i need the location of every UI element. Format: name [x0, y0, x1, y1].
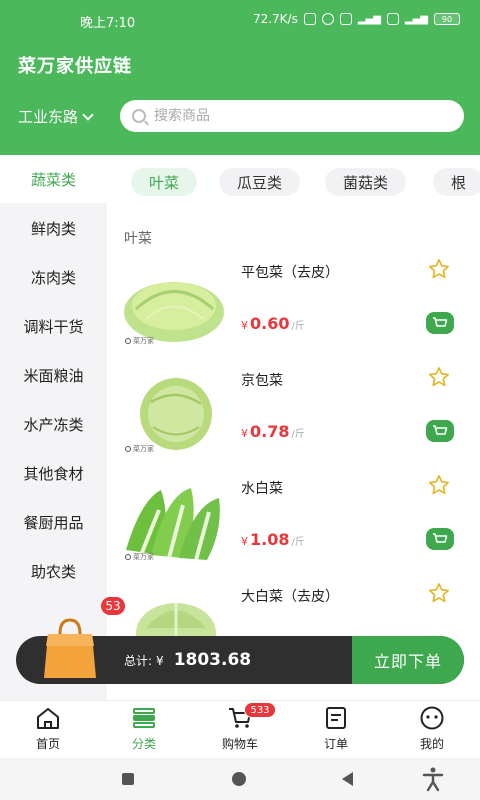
sidebar-item-fresh-meat[interactable]: 鲜肉类	[0, 204, 107, 252]
nav-label: 购物车	[221, 737, 258, 751]
sim-icon	[339, 13, 352, 25]
sidebar-item-seafood[interactable]: 水产冻类	[0, 400, 107, 448]
product-image-bok-choy: 菜万家	[121, 480, 227, 564]
bag-count-badge: 53	[100, 596, 126, 616]
brand-logo-icon	[125, 554, 131, 560]
total-currency: ¥	[156, 654, 164, 668]
product-image-cabbage: 菜万家	[121, 264, 227, 348]
nav-orders[interactable]: 订单	[296, 705, 376, 757]
nav-profile[interactable]: 我的	[392, 705, 472, 757]
app-title: 菜万家供应链	[18, 56, 132, 77]
app-header: 晚上7:10 72.7K/s ▂▄▆ ▂▄▆ 90 菜万家供应链 工业东路	[0, 0, 480, 155]
product-price: ¥0.78/斤	[241, 422, 305, 441]
brand-logo-icon	[125, 446, 131, 452]
sidebar-item-frozen-meat[interactable]: 冻肉类	[0, 253, 107, 301]
nav-category[interactable]: 分类	[104, 705, 184, 757]
sidebar-item-farm-aid[interactable]: 助农类	[0, 547, 107, 595]
cart-icon	[433, 533, 448, 543]
add-to-cart-button[interactable]	[426, 420, 454, 442]
tab-roots[interactable]: 根	[433, 168, 480, 196]
favorite-star-icon[interactable]	[428, 366, 450, 392]
brand-logo-icon	[125, 338, 131, 344]
order-bar: 53 总计: ¥ 1803.68 立即下单	[16, 596, 464, 684]
product-image-napa-cabbage	[121, 588, 227, 636]
sidebar-item-other-food[interactable]: 其他食材	[0, 449, 107, 497]
search-input[interactable]	[154, 108, 434, 124]
product-price: ¥0.60/斤	[241, 314, 305, 333]
chevron-down-icon	[82, 108, 94, 121]
sidebar-item-vegetables[interactable]: 蔬菜类	[0, 155, 107, 203]
product-item[interactable]: 大白菜（去皮）	[107, 580, 480, 636]
nav-home[interactable]: 首页	[8, 705, 88, 757]
nav-cart[interactable]: 533 购物车	[200, 702, 280, 757]
system-nav-bar	[0, 758, 480, 800]
product-name: 大白菜（去皮）	[241, 589, 339, 605]
order-icon	[323, 705, 349, 731]
product-item[interactable]: 菜万家 水白菜 ¥1.08/斤	[107, 472, 480, 580]
add-to-cart-button[interactable]	[426, 528, 454, 550]
nav-label: 首页	[35, 737, 60, 751]
cart-icon	[433, 317, 448, 327]
location-selector[interactable]: 工业东路	[18, 106, 94, 127]
recent-apps-icon[interactable]	[122, 773, 134, 785]
tab-melons-beans[interactable]: 瓜豆类	[219, 168, 301, 196]
nav-label: 我的	[419, 737, 444, 751]
brand-tag: 菜万家	[125, 444, 154, 454]
status-time: 晚上7:10	[80, 16, 136, 31]
profile-icon	[419, 705, 445, 731]
category-icon	[131, 705, 157, 731]
favorite-star-icon[interactable]	[428, 474, 450, 500]
product-image-round-cabbage: 菜万家	[121, 372, 227, 456]
location-label: 工业东路	[18, 108, 79, 126]
total-amount: 1803.68	[173, 650, 252, 670]
brand-tag: 菜万家	[125, 552, 154, 562]
shopping-bag-icon	[44, 618, 96, 678]
signal-icon: ▂▄▆	[357, 13, 381, 25]
bottom-nav: 首页 分类 533 购物车 订单 我的	[0, 700, 480, 758]
mute-icon	[303, 13, 316, 25]
search-bar[interactable]	[120, 100, 464, 132]
total-label: 总计:	[124, 654, 153, 668]
favorite-star-icon[interactable]	[428, 258, 450, 284]
product-price: ¥1.08/斤	[241, 530, 305, 549]
home-button-icon[interactable]	[232, 772, 246, 786]
cart-count-badge: 533	[244, 702, 276, 718]
battery-icon: 90	[434, 13, 460, 25]
tab-mushrooms[interactable]: 菌菇类	[325, 168, 407, 196]
product-name: 平包菜（去皮）	[241, 265, 339, 281]
status-indicators: 72.7K/s ▂▄▆ ▂▄▆ 90	[253, 12, 460, 26]
shopping-bag-button[interactable]: 53	[42, 596, 126, 680]
signal2-icon: ▂▄▆	[404, 13, 428, 25]
back-icon[interactable]	[342, 772, 353, 786]
status-bar: 晚上7:10 72.7K/s ▂▄▆ ▂▄▆ 90	[0, 0, 480, 40]
sidebar-item-seasonings[interactable]: 调料干货	[0, 302, 107, 350]
alarm-icon	[321, 13, 334, 25]
order-total: 总计: ¥ 1803.68	[124, 650, 251, 670]
search-icon	[132, 109, 146, 123]
add-to-cart-button[interactable]	[426, 312, 454, 334]
product-name: 水白菜	[241, 481, 283, 497]
brand-tag: 菜万家	[125, 336, 154, 346]
favorite-star-icon[interactable]	[428, 582, 450, 608]
product-item[interactable]: 菜万家 京包菜 ¥0.78/斤	[107, 364, 480, 472]
home-icon	[35, 705, 61, 731]
product-name: 京包菜	[241, 373, 283, 389]
subcategory-tabs: 叶菜 瓜豆类 菌菇类 根	[107, 155, 480, 205]
nav-label: 分类	[131, 737, 156, 751]
place-order-button[interactable]: 立即下单	[352, 636, 464, 684]
nav-label: 订单	[323, 737, 348, 751]
sidebar-item-kitchen-supplies[interactable]: 餐厨用品	[0, 498, 107, 546]
tab-leafy[interactable]: 叶菜	[131, 168, 198, 196]
sim2-icon	[386, 13, 399, 25]
section-title: 叶菜	[124, 231, 152, 247]
sidebar-item-grain-oil[interactable]: 米面粮油	[0, 351, 107, 399]
cart-icon	[433, 425, 448, 435]
network-speed: 72.7K/s	[252, 12, 298, 26]
product-item[interactable]: 菜万家 平包菜（去皮） ¥0.60/斤	[107, 256, 480, 364]
accessibility-icon[interactable]	[422, 766, 444, 796]
